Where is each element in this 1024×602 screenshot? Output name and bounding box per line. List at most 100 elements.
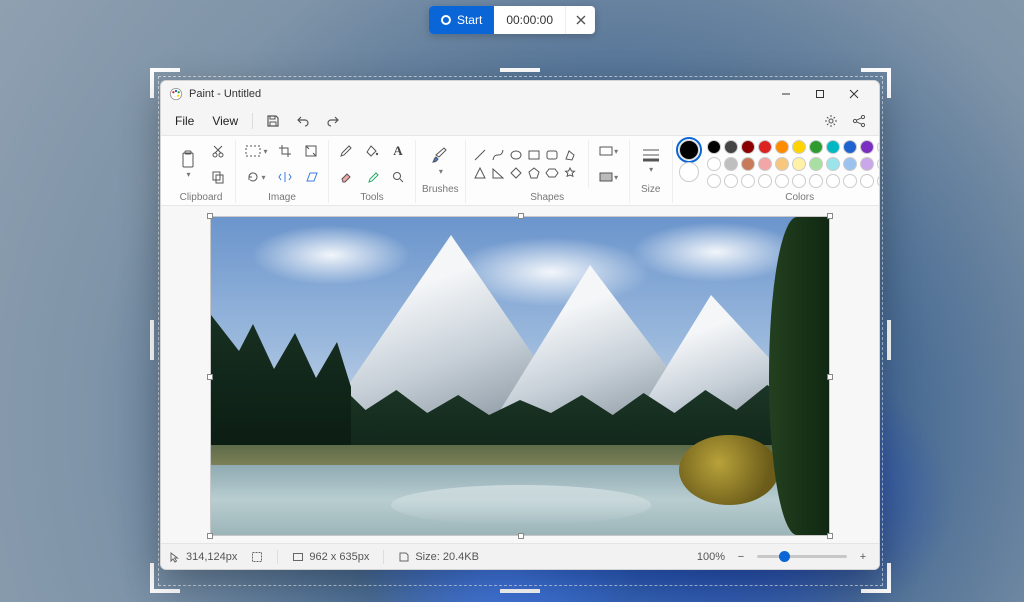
color-swatch-empty[interactable] bbox=[792, 174, 806, 188]
save-button[interactable] bbox=[259, 109, 287, 133]
color-swatch[interactable] bbox=[860, 157, 874, 171]
color-swatch-empty[interactable] bbox=[843, 174, 857, 188]
color-swatch[interactable] bbox=[843, 157, 857, 171]
color-swatch[interactable] bbox=[809, 157, 823, 171]
color-swatch[interactable] bbox=[741, 140, 755, 154]
shape-rect-icon[interactable] bbox=[526, 147, 542, 163]
shape-pentagon-icon[interactable] bbox=[526, 165, 542, 181]
shape-hexagon-icon[interactable] bbox=[544, 165, 560, 181]
color-swatch-empty[interactable] bbox=[741, 174, 755, 188]
fill-tool[interactable] bbox=[361, 140, 383, 162]
shape-curve-icon[interactable] bbox=[490, 147, 506, 163]
shape-line-icon[interactable] bbox=[472, 147, 488, 163]
window-close-button[interactable] bbox=[837, 81, 871, 107]
shape-diamond-icon[interactable] bbox=[508, 165, 524, 181]
color-swatch[interactable] bbox=[809, 140, 823, 154]
color-swatch[interactable] bbox=[826, 157, 840, 171]
color-swatch[interactable] bbox=[792, 140, 806, 154]
redo-button[interactable] bbox=[319, 109, 347, 133]
color-swatch[interactable] bbox=[792, 157, 806, 171]
color-swatch[interactable] bbox=[741, 157, 755, 171]
recorder-close-button[interactable] bbox=[565, 6, 595, 34]
canvas-area[interactable] bbox=[161, 206, 879, 543]
recorder-start-button[interactable]: Start bbox=[429, 6, 494, 34]
settings-button[interactable] bbox=[817, 109, 845, 133]
shape-outline-button[interactable]: ▾ bbox=[595, 140, 623, 162]
crop-tool[interactable] bbox=[274, 140, 296, 162]
color-swatch-empty[interactable] bbox=[877, 174, 880, 188]
zoom-slider[interactable] bbox=[757, 555, 847, 558]
color-swatch[interactable] bbox=[758, 157, 772, 171]
zoom-out-button[interactable]: − bbox=[733, 551, 749, 563]
menu-view[interactable]: View bbox=[204, 110, 246, 132]
color-swatch-empty[interactable] bbox=[826, 174, 840, 188]
resize-tool[interactable] bbox=[300, 140, 322, 162]
color-swatch[interactable] bbox=[877, 140, 880, 154]
color-swatch[interactable] bbox=[860, 140, 874, 154]
shape-oval-icon[interactable] bbox=[508, 147, 524, 163]
canvas-handle[interactable] bbox=[518, 213, 524, 219]
color-swatch[interactable] bbox=[724, 157, 738, 171]
color-swatch-empty[interactable] bbox=[707, 174, 721, 188]
titlebar[interactable]: Paint - Untitled bbox=[161, 81, 879, 107]
brushes-button[interactable]: ▾ bbox=[425, 140, 455, 180]
undo-button[interactable] bbox=[289, 109, 317, 133]
recorder-timer: 00:00:00 bbox=[494, 13, 565, 27]
eraser-tool[interactable] bbox=[335, 166, 357, 188]
color-swatch[interactable] bbox=[758, 140, 772, 154]
eyedropper-tool[interactable] bbox=[361, 166, 383, 188]
color-swatch[interactable] bbox=[707, 140, 721, 154]
color-primary[interactable] bbox=[679, 140, 699, 160]
color-swatch-empty[interactable] bbox=[860, 174, 874, 188]
shape-triangle-icon[interactable] bbox=[472, 165, 488, 181]
canvas-handle[interactable] bbox=[827, 533, 833, 539]
shape-fill-button[interactable]: ▾ bbox=[595, 166, 623, 188]
canvas[interactable] bbox=[210, 216, 830, 536]
shape-roundrect-icon[interactable] bbox=[544, 147, 560, 163]
color-swatch[interactable] bbox=[826, 140, 840, 154]
capture-handle-left[interactable] bbox=[150, 320, 154, 360]
color-swatch-empty[interactable] bbox=[758, 174, 772, 188]
color-swatch[interactable] bbox=[775, 140, 789, 154]
color-swatch[interactable] bbox=[775, 157, 789, 171]
color-swatch[interactable] bbox=[724, 140, 738, 154]
capture-handle-bottom[interactable] bbox=[500, 589, 540, 593]
canvas-handle[interactable] bbox=[827, 374, 833, 380]
shape-right-triangle-icon[interactable] bbox=[490, 165, 506, 181]
window-maximize-button[interactable] bbox=[803, 81, 837, 107]
share-button[interactable] bbox=[845, 109, 873, 133]
color-swatch[interactable] bbox=[707, 157, 721, 171]
size-label: Size bbox=[641, 184, 660, 195]
color-swatch-empty[interactable] bbox=[775, 174, 789, 188]
color-secondary[interactable] bbox=[679, 162, 699, 182]
shapes-gallery[interactable] bbox=[472, 147, 578, 181]
magnifier-tool[interactable] bbox=[387, 166, 409, 188]
capture-handle-top[interactable] bbox=[500, 68, 540, 72]
shape-star-icon[interactable] bbox=[562, 165, 578, 181]
menu-file[interactable]: File bbox=[167, 110, 202, 132]
flip-tool[interactable] bbox=[274, 166, 296, 188]
canvas-handle[interactable] bbox=[207, 213, 213, 219]
size-button[interactable]: ▾ bbox=[636, 140, 666, 180]
color-swatch[interactable] bbox=[877, 157, 880, 171]
color-swatch-empty[interactable] bbox=[809, 174, 823, 188]
rotate-tool[interactable]: ▾ bbox=[242, 166, 270, 188]
color-swatch[interactable] bbox=[843, 140, 857, 154]
capture-handle-right[interactable] bbox=[887, 320, 891, 360]
copy-button[interactable] bbox=[207, 166, 229, 188]
window-minimize-button[interactable] bbox=[769, 81, 803, 107]
skew-tool[interactable] bbox=[300, 166, 322, 188]
pencil-tool[interactable] bbox=[335, 140, 357, 162]
color-swatch-empty[interactable] bbox=[724, 174, 738, 188]
paste-button[interactable]: ▾ bbox=[173, 144, 203, 184]
canvas-handle[interactable] bbox=[518, 533, 524, 539]
ribbon-group-brushes: ▾ Brushes bbox=[415, 140, 465, 203]
zoom-in-button[interactable]: + bbox=[855, 551, 871, 563]
canvas-handle[interactable] bbox=[207, 374, 213, 380]
canvas-handle[interactable] bbox=[207, 533, 213, 539]
select-tool[interactable]: ▾ bbox=[242, 140, 270, 162]
text-tool[interactable]: A bbox=[387, 140, 409, 162]
cut-button[interactable] bbox=[207, 140, 229, 162]
canvas-handle[interactable] bbox=[827, 213, 833, 219]
shape-polygon-icon[interactable] bbox=[562, 147, 578, 163]
